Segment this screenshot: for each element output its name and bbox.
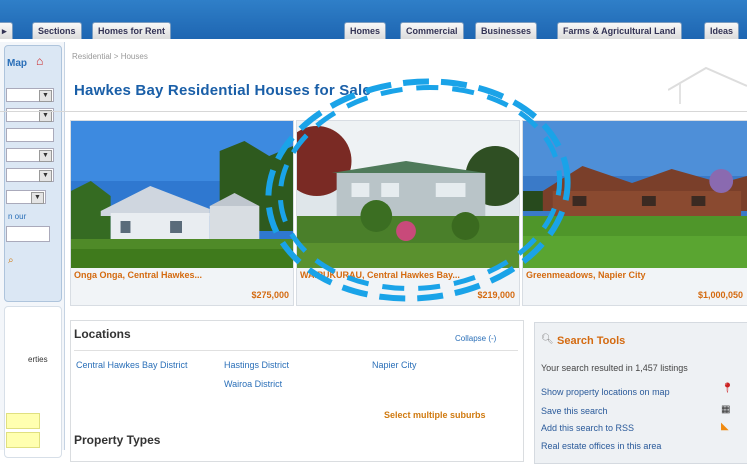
dashed-ellipse-annotation [265,78,571,302]
